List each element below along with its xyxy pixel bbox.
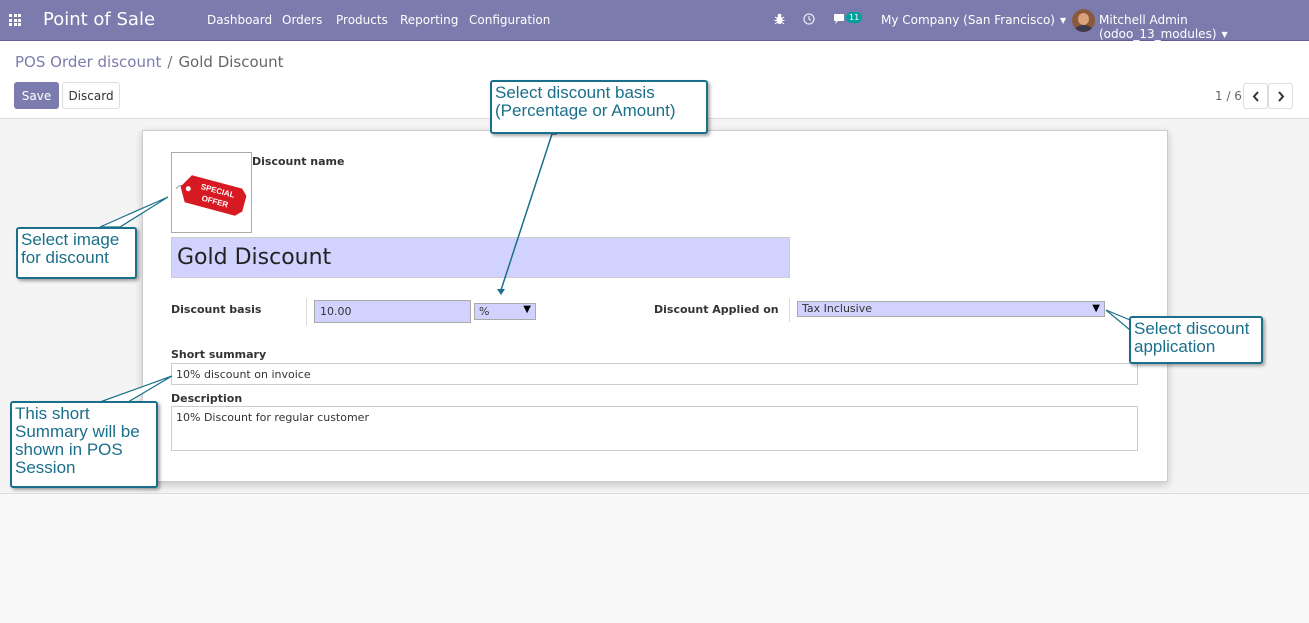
chat-icon[interactable] [833,13,846,28]
callout-application: Select discount application [1129,316,1263,364]
menu-products[interactable]: Products [336,13,388,27]
menu-reporting[interactable]: Reporting [400,13,458,27]
dropdown-arrow-icon: ▼ [1092,303,1100,314]
breadcrumb-separator: / [167,53,173,71]
discount-name-label: Discount name [252,155,345,168]
description-label: Description [171,392,243,405]
user-menu[interactable]: Mitchell Admin (odoo_13_modules) ▼ [1099,13,1309,41]
menu-configuration[interactable]: Configuration [469,13,550,27]
company-name: My Company (San Francisco) [881,13,1055,27]
callout-image: Select image for discount [16,227,137,279]
callout-line: Session [15,458,76,477]
menu-orders[interactable]: Orders [282,13,322,27]
clock-icon[interactable] [803,13,815,28]
pager-value[interactable]: 1 / 6 [1215,89,1242,103]
field-divider [789,298,790,322]
discard-button[interactable]: Discard [62,82,120,109]
applied-on-value: Tax Inclusive [802,302,873,315]
callout-line: (Percentage or Amount) [495,101,676,120]
top-navbar: Point of Sale Dashboard Orders Products … [0,0,1309,41]
pager-next-button[interactable] [1268,83,1293,109]
discount-basis-label: Discount basis [171,303,262,316]
callout-line: application [1134,337,1216,356]
callout-line: Select discount [1134,319,1250,338]
description-textarea[interactable]: 10% Discount for regular customer [171,406,1138,451]
company-switcher[interactable]: My Company (San Francisco) ▼ [881,13,1066,27]
callout-line: Summary will be [15,422,140,441]
breadcrumb-parent[interactable]: POS Order discount [15,53,161,71]
short-summary-label: Short summary [171,348,267,361]
dropdown-arrow-icon: ▼ [523,304,531,315]
short-summary-input[interactable]: 10% discount on invoice [171,363,1138,385]
user-name: Mitchell Admin (odoo_13_modules) [1099,13,1217,41]
discount-name-input[interactable]: Gold Discount [171,237,790,278]
apps-menu-icon[interactable] [9,14,21,26]
discount-image-field[interactable]: SPECIAL OFFER [171,152,252,233]
chevron-left-icon [1252,90,1259,102]
chevron-right-icon [1277,90,1284,102]
callout-line: shown in POS [15,440,123,459]
user-avatar[interactable] [1072,9,1095,32]
callout-line: This short [15,404,90,423]
message-count-badge: 11 [846,12,863,23]
breadcrumb-current: Gold Discount [178,53,284,71]
breadcrumb: POS Order discount / Gold Discount [15,53,284,71]
menu-dashboard[interactable]: Dashboard [207,13,272,27]
discount-basis-type-select[interactable]: % ▼ [474,303,536,320]
applied-on-label: Discount Applied on [654,303,779,316]
callout-line: for discount [21,248,109,267]
pager-previous-button[interactable] [1243,83,1268,109]
callout-discount-basis: Select discount basis (Percentage or Amo… [490,80,708,134]
applied-on-select[interactable]: Tax Inclusive ▼ [797,301,1105,317]
save-button[interactable]: Save [14,82,59,109]
field-divider [306,298,307,326]
discount-basis-type-value: % [479,305,490,318]
discount-basis-input[interactable]: 10.00 [314,300,471,323]
bug-icon[interactable] [774,13,785,28]
callout-line: Select image [21,230,120,249]
caret-down-icon: ▼ [1221,30,1228,39]
callout-short-summary: This short Summary will be shown in POS … [10,401,158,488]
special-offer-tag-image: SPECIAL OFFER [175,175,247,216]
callout-line: Select discount basis [495,83,655,102]
app-title[interactable]: Point of Sale [43,9,155,30]
caret-down-icon: ▼ [1059,16,1067,25]
